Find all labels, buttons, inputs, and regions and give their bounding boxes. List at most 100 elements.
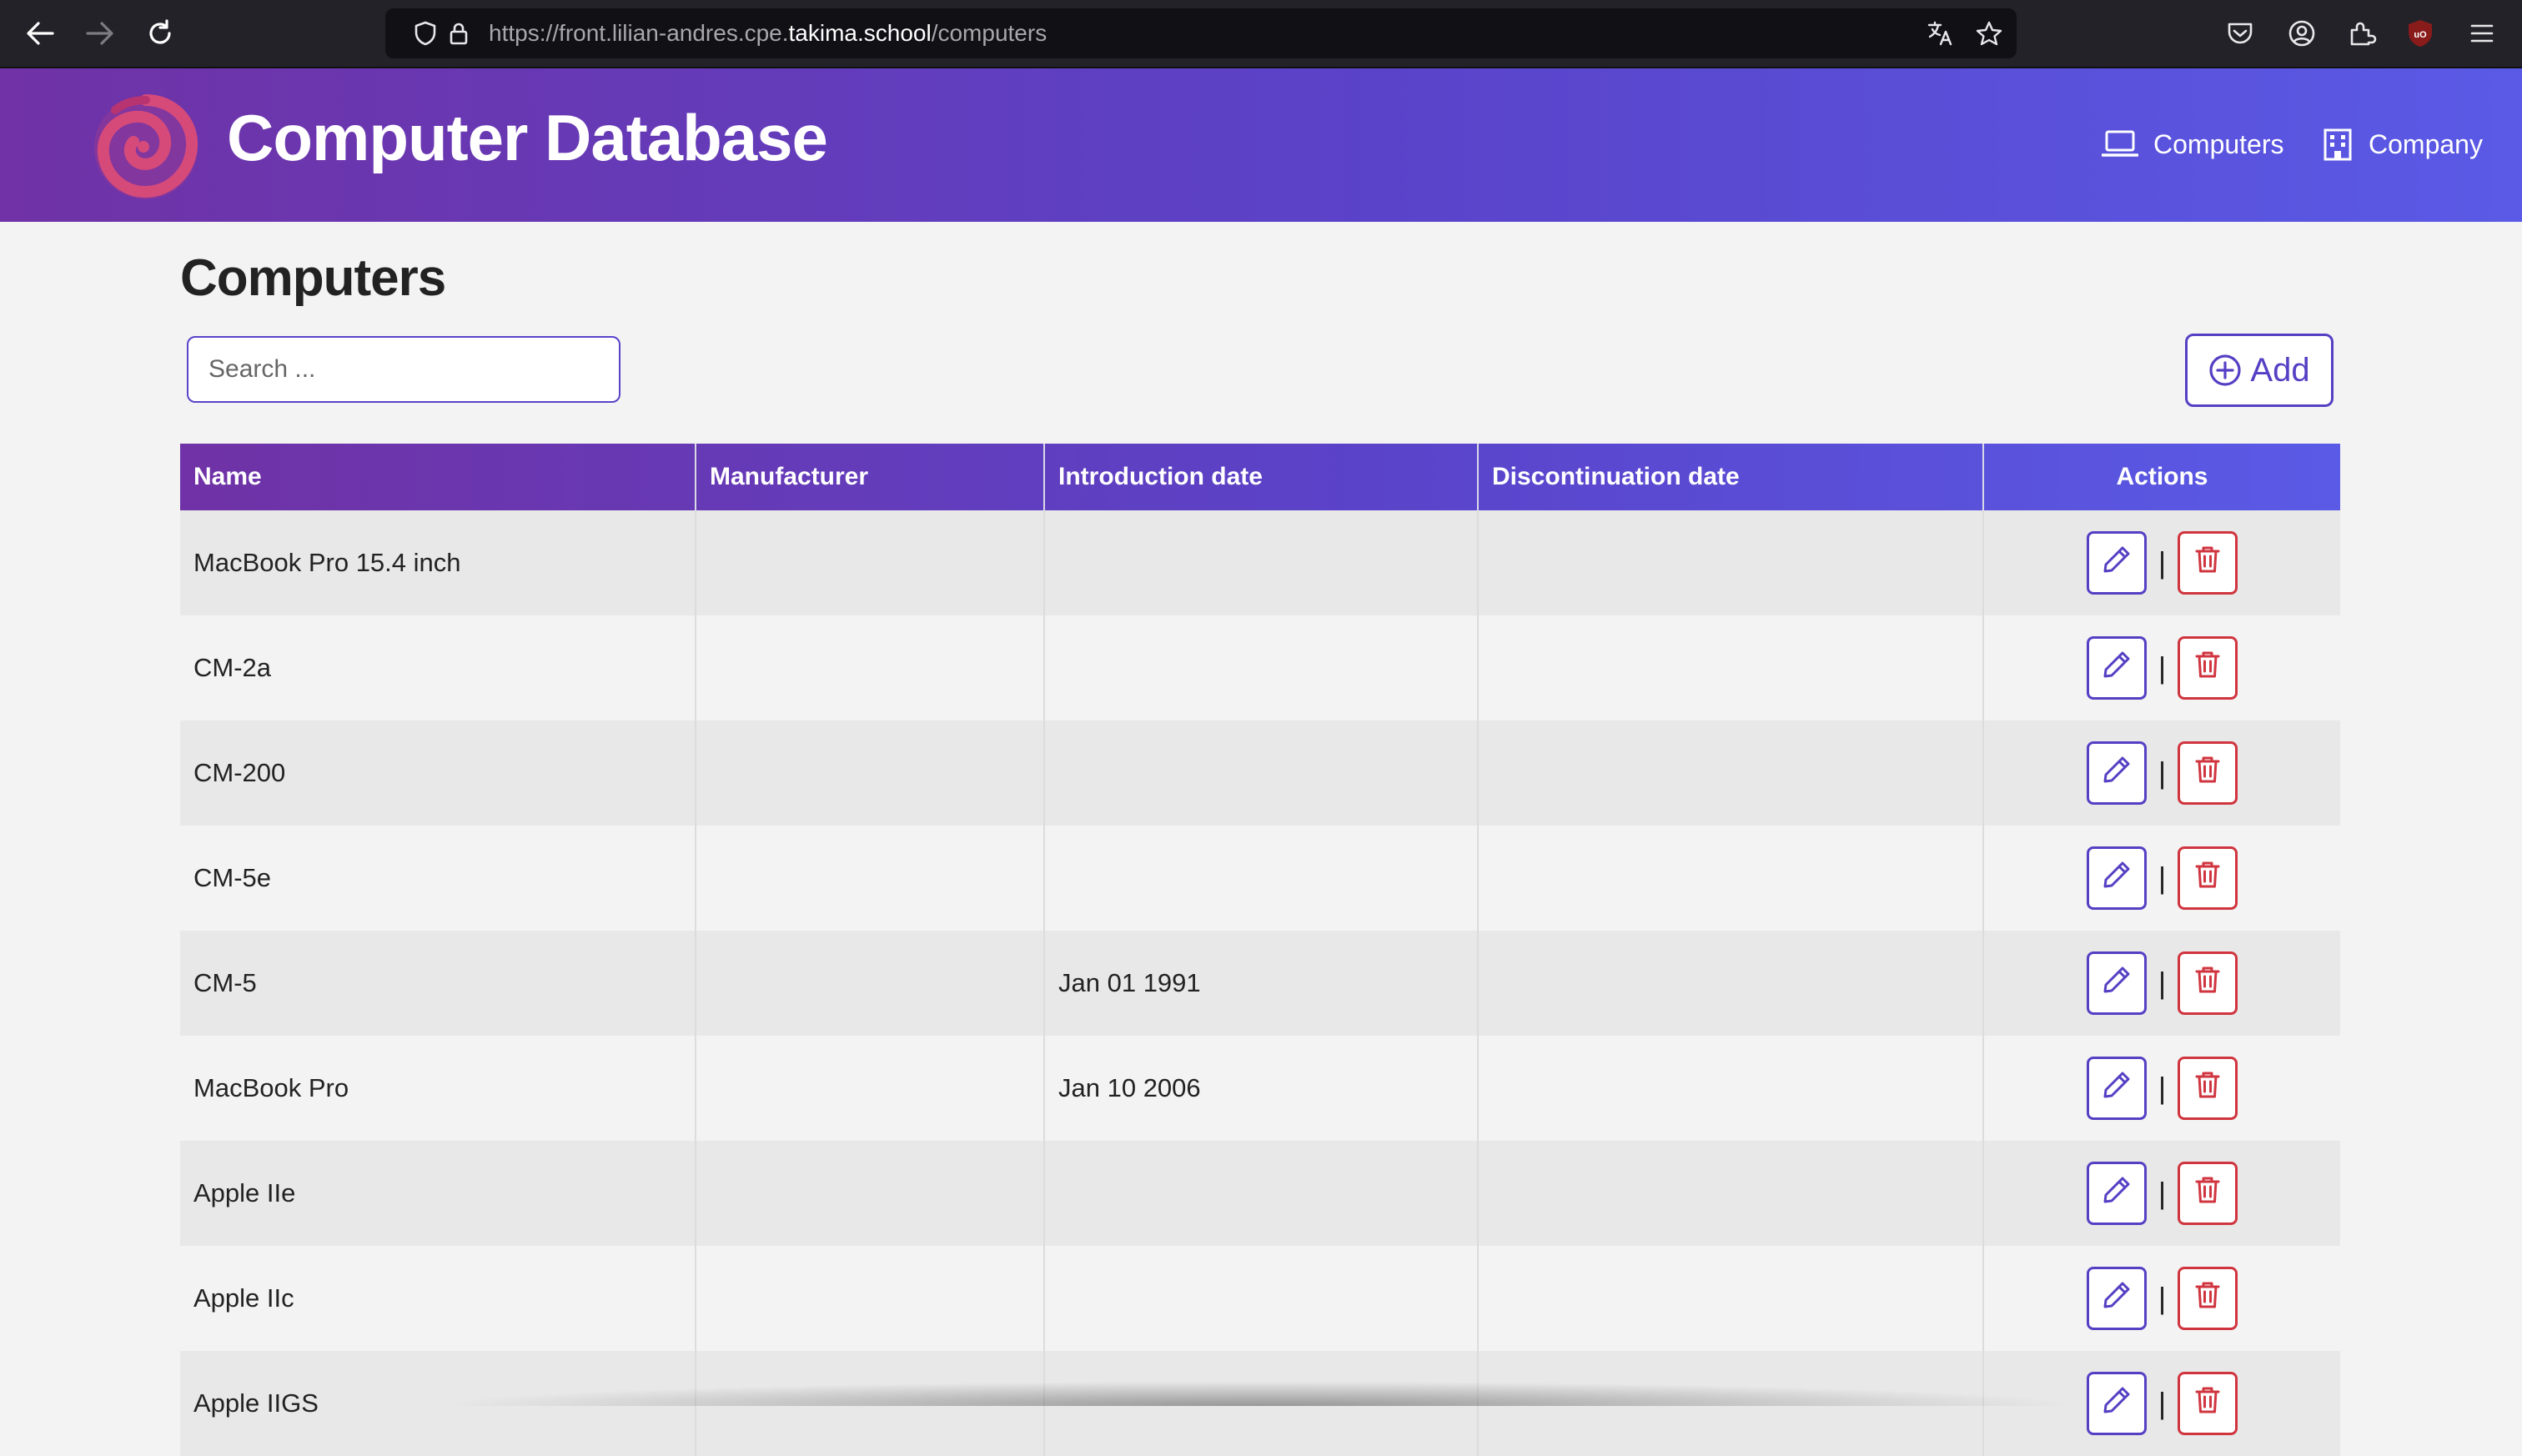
address-bar[interactable]: https://front.lilian-andres.cpe.takima.s… xyxy=(385,8,2017,58)
cell-discontinued xyxy=(1477,1246,1983,1351)
cell-introduced: Jan 10 2006 xyxy=(1043,1036,1478,1141)
nav-computers[interactable]: Computers xyxy=(2102,123,2284,165)
table-row: MacBook Pro Jan 10 2006 | xyxy=(180,1036,2340,1141)
app-title[interactable]: Computer Database xyxy=(227,100,828,176)
cell-introduced xyxy=(1043,615,1478,720)
action-separator: | xyxy=(2158,1071,2167,1105)
delete-button[interactable] xyxy=(2178,741,2238,805)
column-header-name[interactable]: Name xyxy=(180,444,696,510)
add-button-label: Add xyxy=(2250,351,2310,389)
edit-button[interactable] xyxy=(2086,1267,2147,1330)
delete-button[interactable] xyxy=(2178,1372,2238,1435)
cell-actions: | xyxy=(1982,510,2340,615)
lock-icon[interactable] xyxy=(445,20,472,47)
action-separator: | xyxy=(2158,861,2167,895)
cell-actions: | xyxy=(1982,826,2340,931)
back-icon[interactable] xyxy=(22,15,58,52)
delete-button[interactable] xyxy=(2178,951,2238,1015)
plus-circle-icon xyxy=(2209,354,2242,386)
search-input[interactable] xyxy=(187,336,620,403)
column-header-manufacturer[interactable]: Manufacturer xyxy=(695,444,1044,510)
column-header-discontinued[interactable]: Discontinuation date xyxy=(1477,444,1983,510)
delete-button[interactable] xyxy=(2178,1267,2238,1330)
cell-introduced xyxy=(1043,720,1478,826)
table-row: Apple IIc | xyxy=(180,1246,2340,1351)
cell-manufacturer xyxy=(695,1246,1044,1351)
edit-button[interactable] xyxy=(2086,636,2147,700)
account-icon[interactable] xyxy=(2287,18,2317,48)
cell-introduced xyxy=(1043,510,1478,615)
action-separator: | xyxy=(2158,966,2167,1000)
edit-button[interactable] xyxy=(2086,846,2147,910)
edit-button[interactable] xyxy=(2086,741,2147,805)
reload-icon[interactable] xyxy=(142,15,178,52)
cell-name[interactable]: CM-5 xyxy=(180,931,696,1036)
action-separator: | xyxy=(2158,756,2167,790)
trash-icon xyxy=(2191,543,2224,583)
column-header-actions: Actions xyxy=(1982,444,2340,510)
cell-manufacturer xyxy=(695,1036,1044,1141)
cell-actions: | xyxy=(1982,931,2340,1036)
edit-button[interactable] xyxy=(2086,1162,2147,1225)
table-row: CM-5 Jan 01 1991 | xyxy=(180,931,2340,1036)
pencil-icon xyxy=(2100,753,2133,793)
delete-button[interactable] xyxy=(2178,1162,2238,1225)
action-separator: | xyxy=(2158,1281,2167,1315)
shield-icon[interactable] xyxy=(412,20,439,47)
cell-manufacturer xyxy=(695,1141,1044,1246)
nav-company[interactable]: Company xyxy=(2322,123,2483,165)
cell-discontinued xyxy=(1477,931,1983,1036)
cell-name[interactable]: CM-2a xyxy=(180,615,696,720)
cell-discontinued xyxy=(1477,720,1983,826)
laptop-icon xyxy=(2102,130,2138,157)
cell-name[interactable]: Apple IIe xyxy=(180,1141,696,1246)
pencil-icon xyxy=(2100,963,2133,1003)
delete-button[interactable] xyxy=(2178,1057,2238,1120)
pencil-icon xyxy=(2100,1278,2133,1318)
cell-name[interactable]: CM-5e xyxy=(180,826,696,931)
cell-introduced xyxy=(1043,826,1478,931)
column-header-introduced[interactable]: Introduction date xyxy=(1043,444,1478,510)
app-header: Computer Database Computers Company xyxy=(0,68,2522,222)
table-row: MacBook Pro 15.4 inch | xyxy=(180,510,2340,615)
edit-button[interactable] xyxy=(2086,951,2147,1015)
action-separator: | xyxy=(2158,1386,2167,1420)
cell-manufacturer xyxy=(695,1351,1044,1456)
cell-actions: | xyxy=(1982,615,2340,720)
cell-name[interactable]: CM-200 xyxy=(180,720,696,826)
cell-name[interactable]: MacBook Pro 15.4 inch xyxy=(180,510,696,615)
url-text[interactable]: https://front.lilian-andres.cpe.takima.s… xyxy=(489,8,1047,58)
cell-name[interactable]: Apple IIc xyxy=(180,1246,696,1351)
svg-text:uO: uO xyxy=(2414,30,2427,40)
cell-actions: | xyxy=(1982,1036,2340,1141)
trash-icon xyxy=(2191,1068,2224,1108)
pocket-icon[interactable] xyxy=(2225,18,2255,48)
cell-name[interactable]: MacBook Pro xyxy=(180,1036,696,1141)
pencil-icon xyxy=(2100,648,2133,688)
trash-icon xyxy=(2191,1173,2224,1213)
nav-computers-label: Computers xyxy=(2153,128,2284,159)
translate-icon[interactable] xyxy=(1927,20,1953,47)
cell-discontinued xyxy=(1477,1036,1983,1141)
extensions-icon[interactable] xyxy=(2347,18,2377,48)
edit-button[interactable] xyxy=(2086,1057,2147,1120)
delete-button[interactable] xyxy=(2178,531,2238,595)
cell-actions: | xyxy=(1982,1351,2340,1456)
browser-toolbar: https://front.lilian-andres.cpe.takima.s… xyxy=(0,0,2522,68)
table-row: CM-200 | xyxy=(180,720,2340,826)
ublock-icon[interactable]: uO xyxy=(2405,18,2435,48)
action-separator: | xyxy=(2158,545,2167,580)
app-logo[interactable] xyxy=(90,92,202,203)
delete-button[interactable] xyxy=(2178,636,2238,700)
bookmark-star-icon[interactable] xyxy=(1975,20,2002,47)
cell-introduced: Jan 01 1991 xyxy=(1043,931,1478,1036)
cell-name[interactable]: Apple IIGS xyxy=(180,1351,696,1456)
edit-button[interactable] xyxy=(2086,1372,2147,1435)
cell-introduced xyxy=(1043,1351,1478,1456)
forward-icon[interactable] xyxy=(82,15,118,52)
cell-discontinued xyxy=(1477,510,1983,615)
add-computer-button[interactable]: Add xyxy=(2185,334,2334,407)
edit-button[interactable] xyxy=(2086,531,2147,595)
delete-button[interactable] xyxy=(2178,846,2238,910)
menu-icon[interactable] xyxy=(2467,18,2497,48)
